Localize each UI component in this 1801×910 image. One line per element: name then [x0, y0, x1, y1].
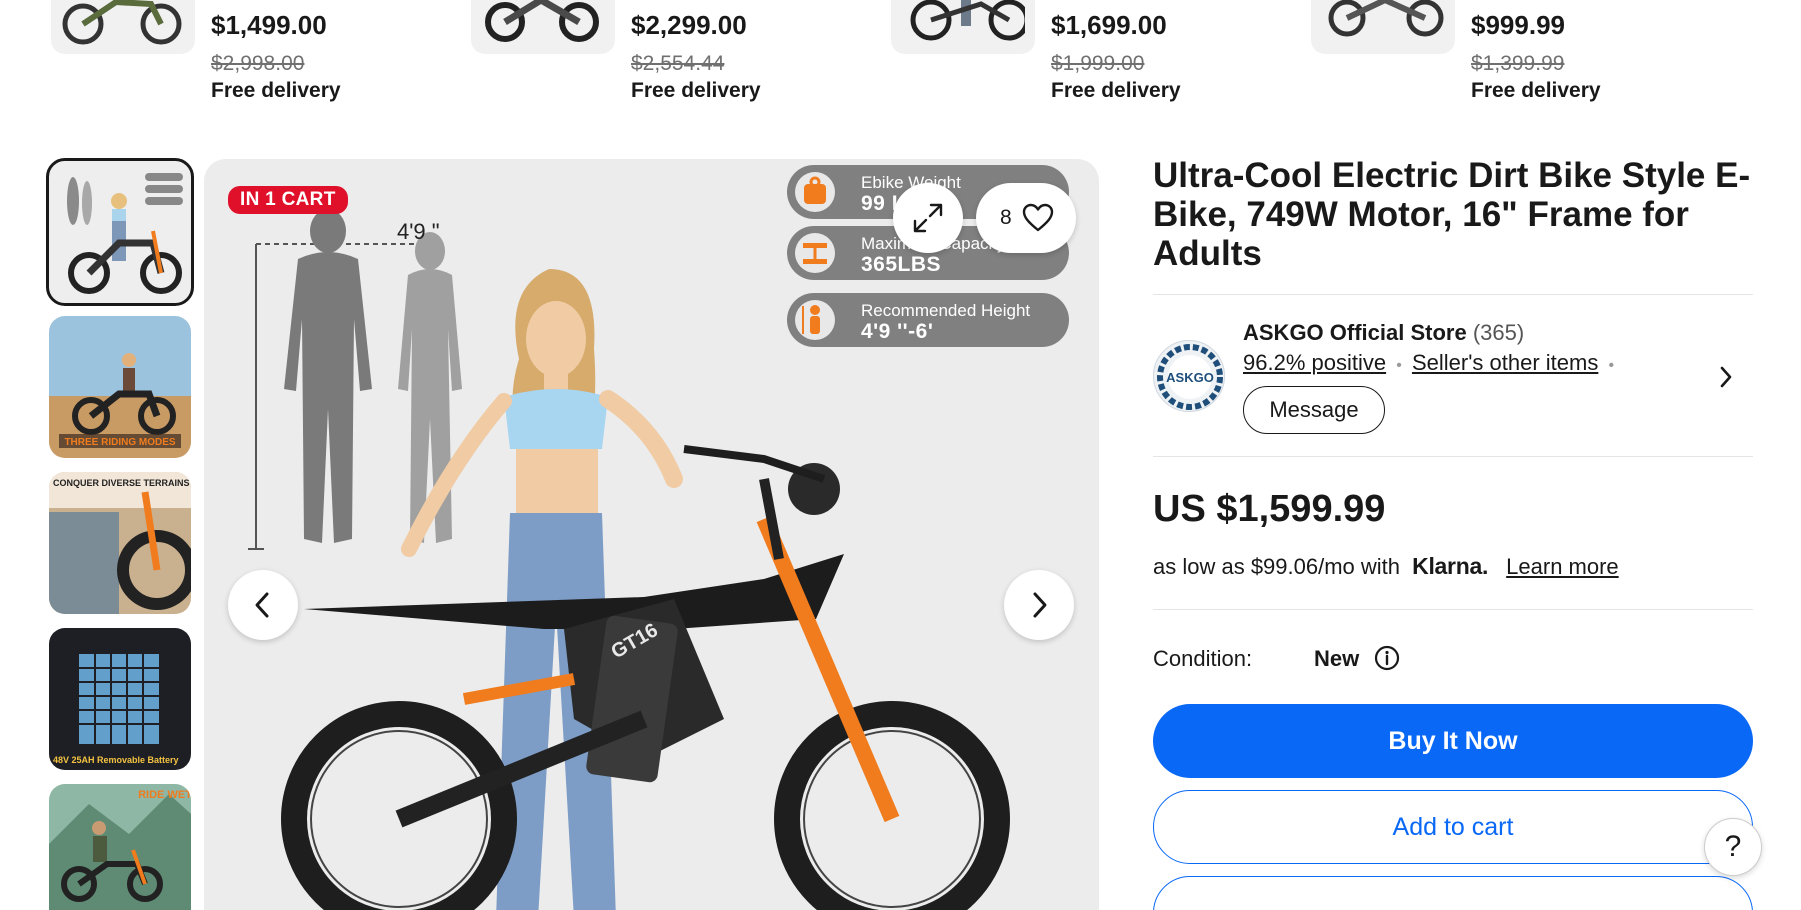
add-to-cart-button[interactable]: Add to cart	[1153, 790, 1753, 864]
expand-image-button[interactable]	[893, 183, 963, 253]
height-icon	[795, 300, 835, 340]
carousel-item-shipping: Free delivery	[1471, 79, 1601, 102]
seller-name[interactable]: ASKGO Official Store (365)	[1243, 320, 1524, 346]
seller-logo[interactable]: ASKGO	[1153, 340, 1225, 412]
gallery-thumbnail-3[interactable]: CONQUER DIVERSE TERRAINS	[49, 472, 191, 614]
seller-logo-text: ASKGO	[1166, 370, 1214, 385]
carousel-item-image	[891, 0, 1035, 54]
separator-dot: •	[1396, 357, 1402, 374]
chevron-right-icon	[1720, 366, 1732, 388]
condition-info-button[interactable]	[1374, 645, 1400, 676]
previous-image-button[interactable]	[228, 570, 298, 640]
carousel-item-shipping: Free delivery	[631, 79, 761, 102]
info-icon	[1374, 645, 1400, 671]
gallery-thumbnail-2[interactable]: THREE RIDING MODES	[49, 316, 191, 458]
seller-other-items-link[interactable]: Seller's other items	[1412, 350, 1598, 375]
separator-dot: •	[1608, 357, 1615, 374]
carousel-item-image	[471, 0, 615, 54]
listing-title: Ultra-Cool Electric Dirt Bike Style E-Bi…	[1153, 156, 1751, 273]
spec-badge-height: Recommended Height 4'9 ''-6'	[787, 293, 1069, 347]
carousel-item-price: $999.99	[1471, 10, 1565, 40]
seller-feedback-count: (365)	[1472, 320, 1525, 345]
watch-count-button[interactable]: 8	[976, 183, 1076, 253]
condition-label: Condition:	[1153, 646, 1253, 671]
divider	[1153, 456, 1753, 457]
carousel-item-was-price: $1,399.99	[1471, 52, 1565, 75]
item-price: US $1,599.99	[1153, 488, 1386, 530]
main-product-image[interactable]: GT16 IN 1 CART 4'9 " Ebike Weight 99 LBS…	[204, 159, 1099, 910]
financing-text: as low as $99.06/mo with	[1153, 554, 1401, 579]
seller-feedback-link[interactable]: 96.2% positive	[1243, 350, 1386, 375]
gallery-thumbnail-5[interactable]: RIDE WET	[49, 784, 191, 910]
thumbnail-caption: CONQUER DIVERSE TERRAINS	[53, 478, 190, 488]
spec-value: 365LBS	[861, 253, 942, 276]
add-to-watchlist-button[interactable]: Add to Watchlist	[1153, 876, 1753, 910]
thumbnail-caption: 48V 25AH Removable Battery	[53, 755, 179, 765]
carousel-item-image	[51, 0, 195, 54]
seller-links: 96.2% positive • Seller's other items •	[1243, 350, 1618, 376]
similar-items-carousel: $1,499.00 $2,998.00 Free delivery $2,299…	[0, 0, 1801, 120]
divider	[1153, 609, 1753, 610]
learn-more-link[interactable]: Learn more	[1506, 554, 1619, 579]
carousel-item-was-price: $1,999.00	[1051, 52, 1145, 75]
message-seller-button[interactable]: Message	[1243, 386, 1385, 434]
thumbnail-caption: RIDE WET	[138, 789, 191, 801]
chevron-right-icon	[1033, 592, 1047, 618]
carousel-item-price: $1,499.00	[211, 10, 327, 40]
seller-name-text[interactable]: ASKGO Official Store	[1243, 320, 1467, 345]
condition-value: New	[1314, 646, 1360, 671]
carousel-item-was-price: $2,554.44	[631, 52, 725, 75]
watch-count: 8	[1000, 206, 1012, 229]
carousel-item-price: $2,299.00	[631, 10, 747, 40]
capacity-icon	[795, 233, 835, 273]
weight-icon	[795, 172, 835, 212]
help-button[interactable]: ?	[1704, 818, 1762, 876]
spec-label: Recommended Height	[861, 301, 1031, 320]
carousel-item-price: $1,699.00	[1051, 10, 1167, 40]
chevron-left-icon	[255, 592, 269, 618]
next-image-button[interactable]	[1004, 570, 1074, 640]
heart-icon	[1022, 203, 1054, 232]
divider	[1153, 294, 1753, 295]
gallery-thumbnail-1[interactable]	[46, 158, 194, 306]
height-marker-label: 4'9 "	[397, 219, 440, 244]
seller-details-chevron[interactable]	[1718, 364, 1734, 395]
in-cart-badge: IN 1 CART	[228, 186, 348, 214]
financing-info: as low as $99.06/mo with Klarna. Learn m…	[1153, 553, 1619, 580]
spec-value: 4'9 ''-6'	[861, 320, 934, 343]
carousel-item-image	[1311, 0, 1455, 54]
carousel-item-shipping: Free delivery	[1051, 79, 1181, 102]
carousel-item-shipping: Free delivery	[211, 79, 341, 102]
thumbnail-caption: THREE RIDING MODES	[64, 437, 175, 448]
buy-it-now-button[interactable]: Buy It Now	[1153, 704, 1753, 778]
gallery-thumbnail-4[interactable]: 48V 25AH Removable Battery	[49, 628, 191, 770]
expand-icon	[913, 203, 943, 233]
carousel-item-was-price: $2,998.00	[211, 52, 305, 75]
klarna-logo: Klarna.	[1412, 553, 1489, 579]
